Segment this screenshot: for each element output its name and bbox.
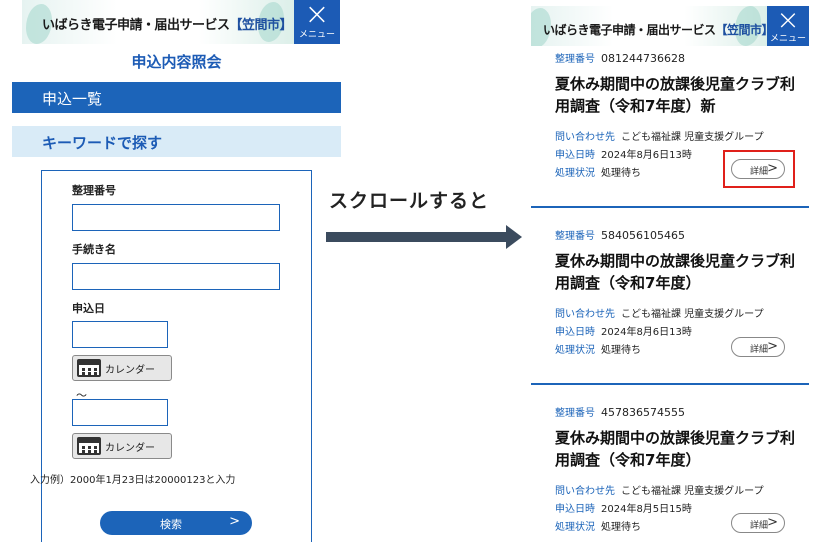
input-example-hint: 入力例）2000年1月23日は20000123と入力 — [30, 475, 236, 486]
number-row: 整理番号 081244736628 — [555, 50, 685, 65]
contact-row: 問い合わせ先 こども福祉課 児童支援グループ — [555, 305, 764, 320]
status-row: 処理状況 処理待ち — [555, 164, 641, 179]
date-value: 2024年8月5日15時 — [601, 504, 692, 515]
status-key: 処理状況 — [555, 522, 595, 533]
number-value: 584056105465 — [601, 229, 685, 242]
card-title[interactable]: 夏休み期間中の放課後児童クラブ利用調査（令和7年度） — [555, 427, 805, 471]
contact-value: こども福祉課 児童支援グループ — [621, 486, 764, 497]
keyword-search-heading: キーワードで探す — [12, 126, 341, 157]
calendar-button-from[interactable]: カレンダー — [72, 355, 172, 381]
date-to-input[interactable] — [72, 399, 168, 426]
calendar-button-to[interactable]: カレンダー — [72, 433, 172, 459]
left-panel: 申込内容照会 申込一覧 キーワードで探す 整理番号 手続き名 申込日 カレンダー… — [12, 0, 341, 542]
date-value: 2024年8月6日13時 — [601, 150, 692, 161]
card-title[interactable]: 夏休み期間中の放課後児童クラブ利用調査（令和7年度） — [555, 250, 805, 294]
card-divider — [531, 206, 809, 208]
arrow-head — [506, 225, 522, 249]
number-value: 081244736628 — [601, 52, 685, 65]
card-title[interactable]: 夏休み期間中の放課後児童クラブ利用調査（令和7年度）新 — [555, 73, 805, 117]
site-city: 【笠間市】 — [715, 23, 774, 37]
header-banner: いばらき電子申請・届出サービス【笠間市】 — [531, 6, 774, 46]
contact-key: 問い合わせ先 — [555, 132, 615, 143]
site-title[interactable]: いばらき電子申請・届出サービス【笠間市】 — [543, 21, 774, 38]
site-title-text: いばらき電子申請・届出サービス — [543, 23, 716, 37]
status-value: 処理待ち — [601, 345, 641, 356]
contact-key: 問い合わせ先 — [555, 486, 615, 497]
date-row: 申込日時 2024年8月5日15時 — [555, 500, 692, 515]
status-row: 処理状況 処理待ち — [555, 341, 641, 356]
date-value: 2024年8月6日13時 — [601, 327, 692, 338]
date-label: 申込日 — [72, 302, 105, 315]
calendar-icon — [77, 359, 101, 377]
contact-key: 問い合わせ先 — [555, 309, 615, 320]
number-row: 整理番号 457836574555 — [555, 404, 685, 419]
procedure-label: 手続き名 — [72, 243, 116, 256]
number-key: 整理番号 — [555, 231, 595, 242]
date-row: 申込日時 2024年8月6日13時 — [555, 146, 692, 161]
calendar-icon — [77, 437, 101, 455]
number-label: 整理番号 — [72, 184, 116, 197]
chevron-right-icon: > — [229, 514, 240, 529]
status-value: 処理待ち — [601, 522, 641, 533]
number-key: 整理番号 — [555, 54, 595, 65]
status-key: 処理状況 — [555, 168, 595, 179]
detail-button[interactable]: 詳細 > — [731, 513, 785, 533]
chevron-right-icon: > — [767, 515, 778, 530]
contact-row: 問い合わせ先 こども福祉課 児童支援グループ — [555, 128, 764, 143]
date-row: 申込日時 2024年8月6日13時 — [555, 323, 692, 338]
date-key: 申込日時 — [555, 327, 595, 338]
highlight-box — [723, 150, 795, 188]
application-card: 整理番号 584056105465 夏休み期間中の放課後児童クラブ利用調査（令和7… — [531, 225, 809, 383]
number-row: 整理番号 584056105465 — [555, 227, 685, 242]
search-button[interactable]: 検索 > — [100, 511, 252, 535]
number-key: 整理番号 — [555, 408, 595, 419]
contact-value: こども福祉課 児童支援グループ — [621, 309, 764, 320]
detail-label: 詳細 — [750, 345, 769, 355]
number-value: 457836574555 — [601, 406, 685, 419]
right-header: いばらき電子申請・届出サービス【笠間市】 × メニュー — [531, 6, 809, 46]
search-label: 検索 — [160, 518, 182, 531]
status-key: 処理状況 — [555, 345, 595, 356]
calendar-label: カレンダー — [105, 442, 155, 454]
right-arrow-icon — [326, 232, 508, 242]
menu-button[interactable]: × メニュー — [767, 6, 809, 46]
date-from-input[interactable] — [72, 321, 168, 348]
chevron-right-icon: > — [767, 339, 778, 354]
contact-row: 問い合わせ先 こども福祉課 児童支援グループ — [555, 482, 764, 497]
contact-value: こども福祉課 児童支援グループ — [621, 132, 764, 143]
status-value: 処理待ち — [601, 168, 641, 179]
close-icon: × — [776, 6, 800, 36]
number-input[interactable] — [72, 204, 280, 231]
scroll-caption: スクロールすると — [329, 190, 490, 212]
card-divider — [531, 383, 809, 385]
date-range-separator: ～ — [76, 389, 87, 402]
procedure-input[interactable] — [72, 263, 280, 290]
detail-label: 詳細 — [750, 521, 769, 531]
date-key: 申込日時 — [555, 150, 595, 161]
application-card: 整理番号 457836574555 夏休み期間中の放課後児童クラブ利用調査（令和7… — [531, 402, 809, 542]
application-list-link[interactable]: 申込一覧 — [12, 82, 341, 113]
status-row: 処理状況 処理待ち — [555, 518, 641, 533]
date-key: 申込日時 — [555, 504, 595, 515]
detail-button[interactable]: 詳細 > — [731, 337, 785, 357]
calendar-label: カレンダー — [105, 364, 155, 376]
page-title: 申込内容照会 — [131, 53, 222, 71]
menu-label: メニュー — [769, 34, 806, 44]
